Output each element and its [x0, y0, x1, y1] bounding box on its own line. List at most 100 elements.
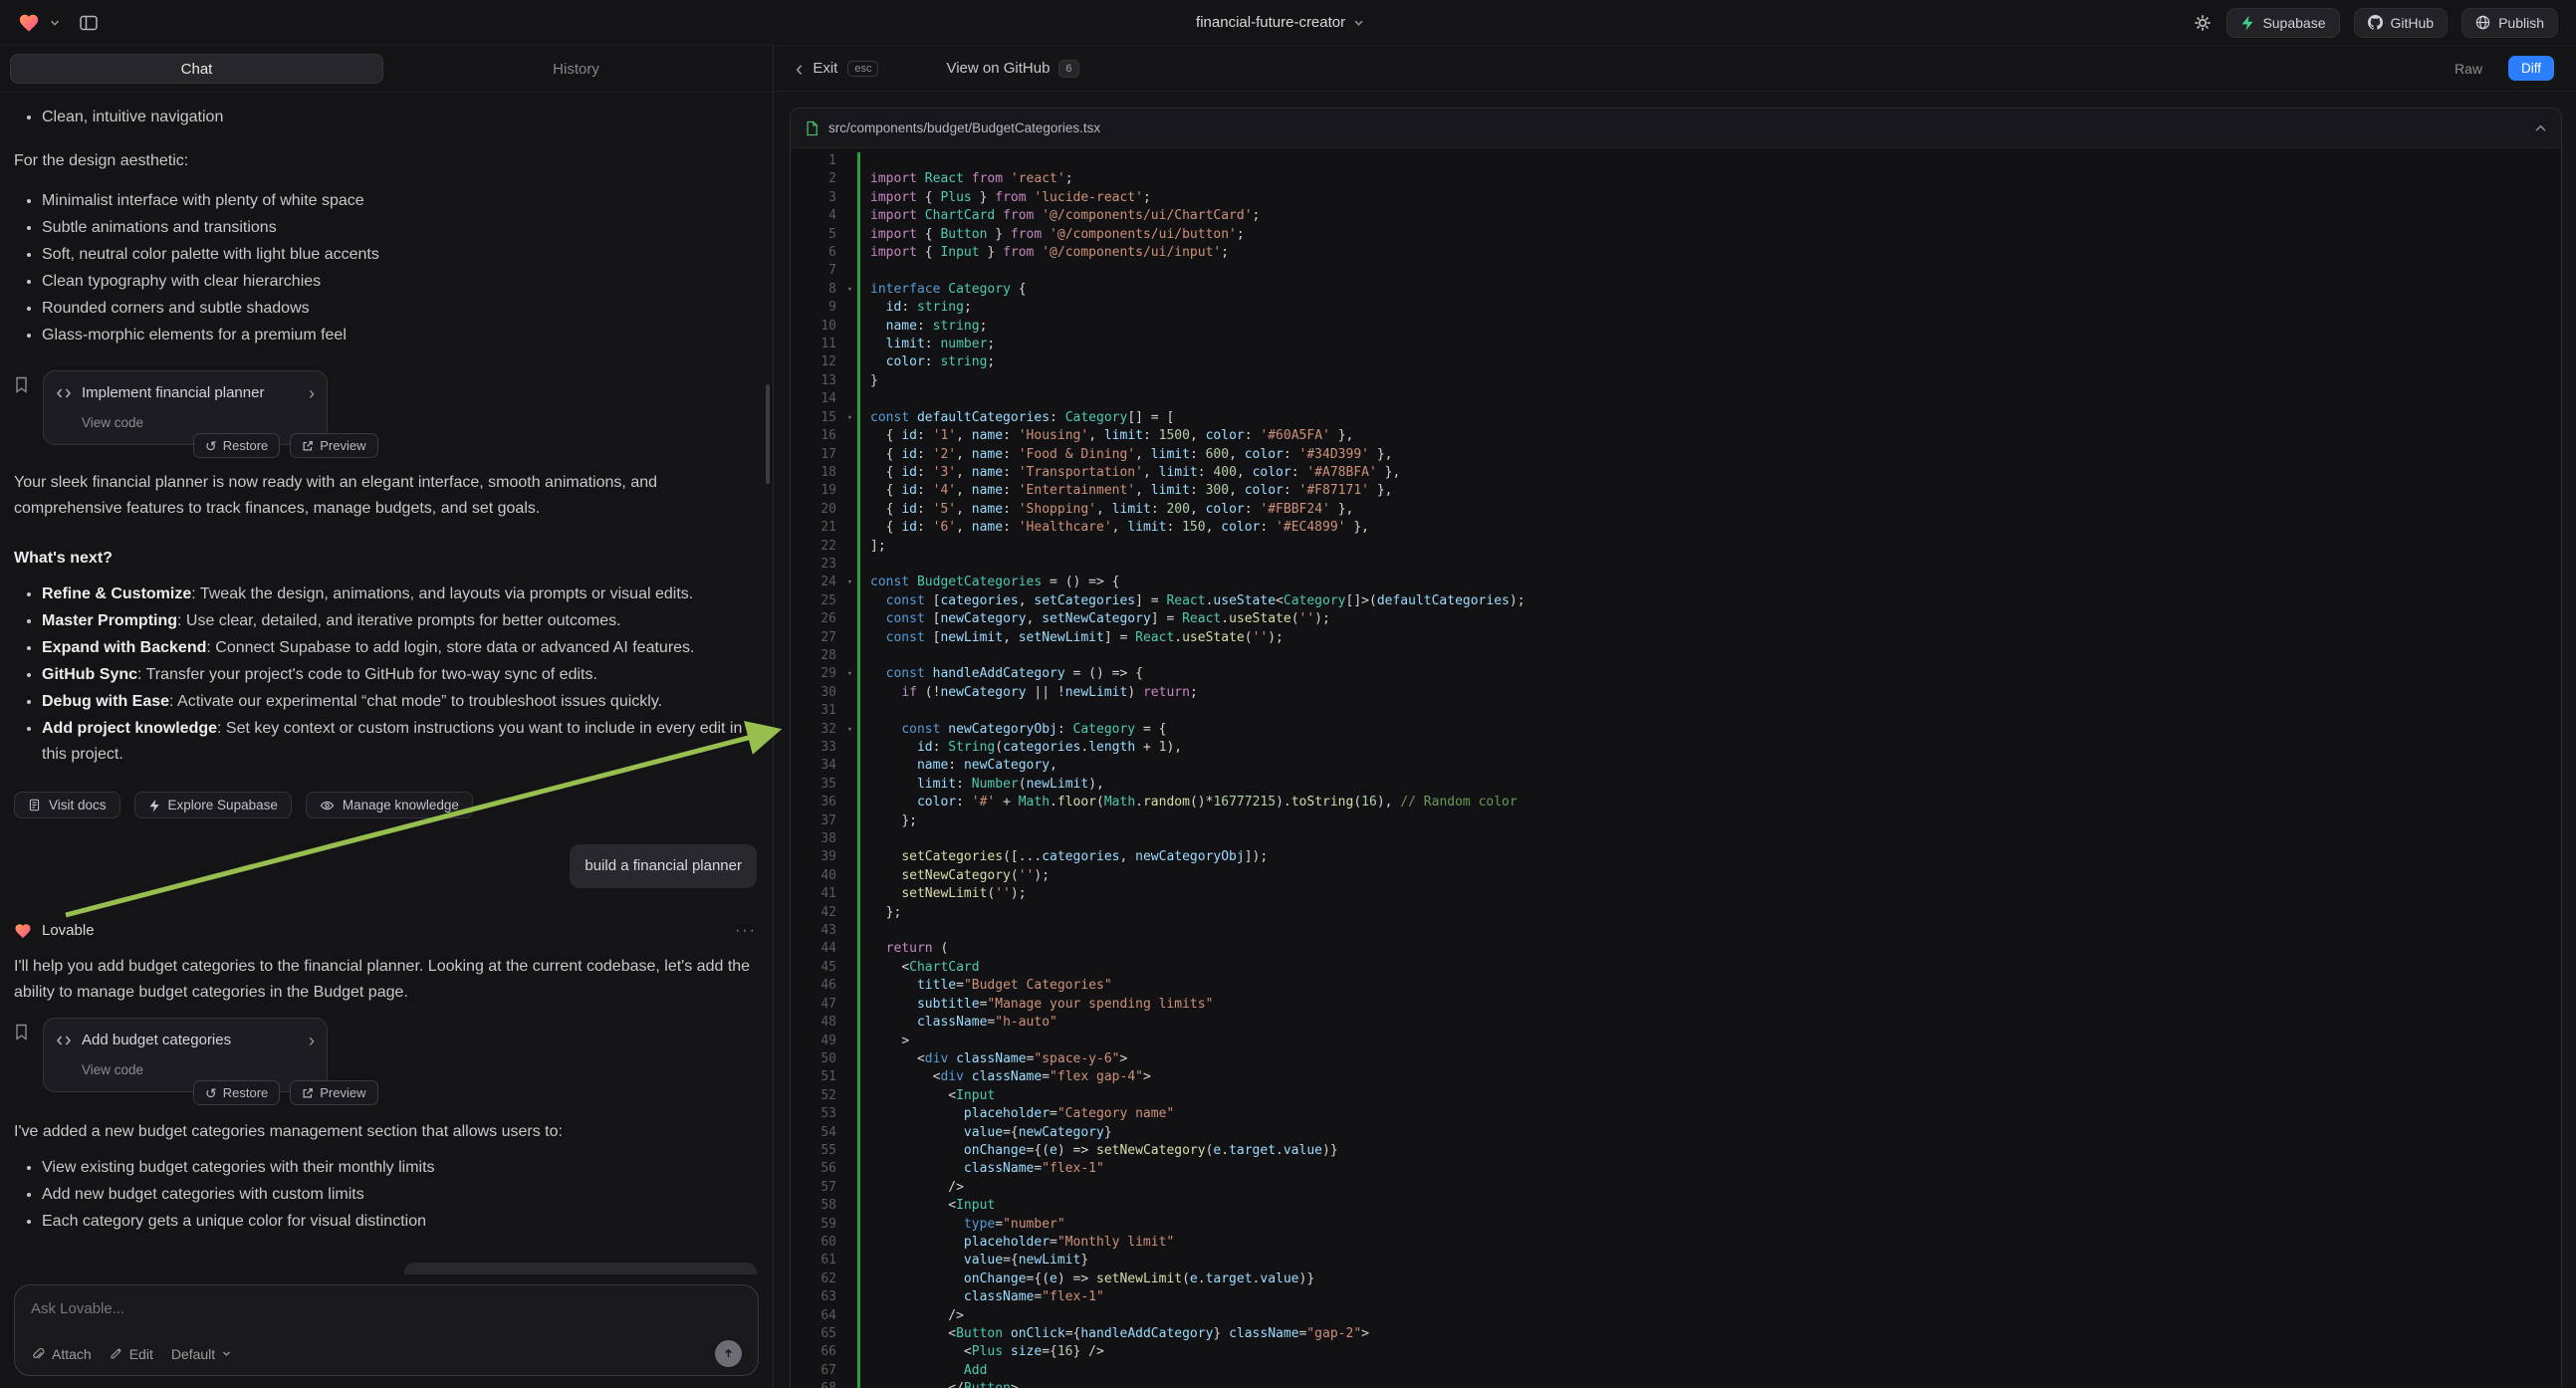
code-text: className="flex-1" — [857, 1288, 2561, 1306]
file-header[interactable]: src/components/budget/BudgetCategories.t… — [791, 109, 2561, 148]
tab-history[interactable]: History — [389, 54, 763, 84]
code-text: import { Input } from '@/components/ui/i… — [857, 244, 2561, 262]
list-item: Minimalist interface with plenty of whit… — [42, 188, 757, 214]
supabase-button[interactable]: Supabase — [2226, 8, 2339, 38]
fold-chevron-icon[interactable]: ▾ — [842, 409, 857, 427]
line-number: 60 — [791, 1234, 842, 1252]
restore-button[interactable]: ↺ Restore — [193, 433, 280, 458]
code-text: id: string; — [857, 299, 2561, 317]
tool-card-title: Add budget categories — [82, 1028, 231, 1053]
bookmark-icon[interactable] — [14, 376, 29, 393]
tab-chat[interactable]: Chat — [10, 54, 383, 84]
back-chevron-icon[interactable]: ‹ — [796, 58, 803, 80]
code-text — [857, 922, 2561, 940]
exit-button[interactable]: Exit — [813, 60, 837, 77]
fold-gutter — [842, 1307, 857, 1325]
code-line: 39 setCategories([...categories, newCate… — [791, 848, 2561, 866]
line-number: 44 — [791, 940, 842, 958]
topbar: financial-future-creator Supabase GitHub… — [0, 0, 2576, 46]
fold-chevron-icon[interactable]: ▾ — [842, 721, 857, 739]
code-line: 30 if (!newCategory || !newLimit) return… — [791, 684, 2561, 702]
raw-toggle[interactable]: Raw — [2455, 61, 2482, 77]
edit-button[interactable]: Edit — [110, 1346, 153, 1362]
fold-chevron-icon[interactable]: ▾ — [842, 281, 857, 299]
line-number: 66 — [791, 1343, 842, 1361]
project-chevron-down-icon — [1353, 19, 1363, 27]
code-text: import ChartCard from '@/components/ui/C… — [857, 207, 2561, 225]
collapse-file-button[interactable] — [2534, 123, 2547, 132]
bookmark-icon[interactable] — [14, 1024, 29, 1041]
lovable-heart-icon — [14, 922, 32, 940]
line-number: 35 — [791, 776, 842, 794]
fold-gutter — [842, 1252, 857, 1270]
line-number: 18 — [791, 464, 842, 482]
line-number: 58 — [791, 1197, 842, 1215]
view-on-github-button[interactable]: View on GitHub 6 — [946, 60, 1078, 78]
message-menu-button[interactable]: ··· — [735, 918, 757, 944]
code-text: const [newLimit, setNewLimit] = React.us… — [857, 629, 2561, 647]
code-line: 35 limit: Number(newLimit), — [791, 776, 2561, 794]
fold-gutter — [842, 867, 857, 885]
code-editor[interactable]: 12import React from 'react';3import { Pl… — [791, 148, 2561, 1388]
code-line: 2import React from 'react'; — [791, 170, 2561, 188]
github-count-badge: 6 — [1058, 60, 1078, 78]
restore-button[interactable]: ↺ Restore — [193, 1080, 280, 1105]
diff-toggle[interactable]: Diff — [2508, 56, 2554, 81]
list-item: Debug with Ease: Activate our experiment… — [42, 689, 757, 715]
fold-gutter — [842, 226, 857, 244]
logo-menu-chevron-icon[interactable] — [50, 19, 60, 27]
code-text: placeholder="Monthly limit" — [857, 1234, 2561, 1252]
line-number: 48 — [791, 1014, 842, 1032]
composer-input[interactable] — [23, 1291, 750, 1333]
code-text: /> — [857, 1307, 2561, 1325]
chat-scrollbar[interactable] — [766, 384, 770, 484]
list-item: Refine & Customize: Tweak the design, an… — [42, 581, 757, 607]
code-line: 15▾const defaultCategories: Category[] =… — [791, 409, 2561, 427]
chat-panel: Chat History Clean, intuitive navigation… — [0, 46, 774, 1388]
ready-paragraph: Your sleek financial planner is now read… — [14, 470, 757, 522]
chat-scroll-area[interactable]: Clean, intuitive navigation For the desi… — [0, 93, 773, 1274]
preview-button[interactable]: Preview — [290, 1080, 377, 1105]
mode-select-button[interactable]: Default — [171, 1346, 231, 1362]
code-line: 61 value={newLimit} — [791, 1252, 2561, 1270]
user-message-row: would be cool if you could add budget ca… — [14, 1263, 757, 1274]
code-line: 14 — [791, 390, 2561, 408]
code-text — [857, 152, 2561, 170]
chevron-down-icon — [222, 1350, 231, 1357]
lovable-logo-icon[interactable] — [18, 12, 40, 34]
fold-gutter — [842, 152, 857, 170]
code-line: 26 const [newCategory, setNewCategory] =… — [791, 610, 2561, 628]
code-text: id: String(categories.length + 1), — [857, 739, 2561, 757]
code-line: 25 const [categories, setCategories] = R… — [791, 592, 2561, 610]
fold-gutter — [842, 1087, 857, 1105]
code-line: 49 > — [791, 1033, 2561, 1050]
fold-gutter — [842, 885, 857, 903]
line-number: 23 — [791, 556, 842, 574]
project-menu-button[interactable]: financial-future-creator — [1196, 14, 1363, 31]
code-text: import { Plus } from 'lucide-react'; — [857, 189, 2561, 207]
fold-chevron-icon[interactable]: ▾ — [842, 574, 857, 591]
quick-actions-row: Visit docs Explore Supabase Manage knowl… — [14, 792, 757, 818]
fold-gutter — [842, 702, 857, 720]
publish-button[interactable]: Publish — [2461, 8, 2558, 38]
code-line: 4import ChartCard from '@/components/ui/… — [791, 207, 2561, 225]
fold-gutter — [842, 1014, 857, 1032]
sidebar-toggle-button[interactable] — [80, 15, 98, 31]
design-heading: For the design aesthetic: — [14, 148, 757, 174]
line-number: 38 — [791, 830, 842, 848]
manage-knowledge-button[interactable]: Manage knowledge — [306, 792, 473, 818]
fold-chevron-icon[interactable]: ▾ — [842, 665, 857, 683]
code-text: const [newCategory, setNewCategory] = Re… — [857, 610, 2561, 628]
code-panel-header: ‹ Exit esc View on GitHub 6 Raw Diff — [774, 46, 2576, 92]
explore-supabase-button[interactable]: Explore Supabase — [134, 792, 292, 818]
code-line: 59 type="number" — [791, 1216, 2561, 1234]
whats-next-heading: What's next? — [14, 546, 757, 572]
github-button[interactable]: GitHub — [2354, 8, 2449, 38]
fold-gutter — [842, 170, 857, 188]
attach-button[interactable]: Attach — [31, 1346, 92, 1362]
visit-docs-button[interactable]: Visit docs — [14, 792, 120, 818]
send-button[interactable] — [715, 1340, 742, 1367]
settings-gear-icon[interactable] — [2193, 13, 2213, 33]
code-line: 18 { id: '3', name: 'Transportation', li… — [791, 464, 2561, 482]
preview-button[interactable]: Preview — [290, 433, 377, 458]
